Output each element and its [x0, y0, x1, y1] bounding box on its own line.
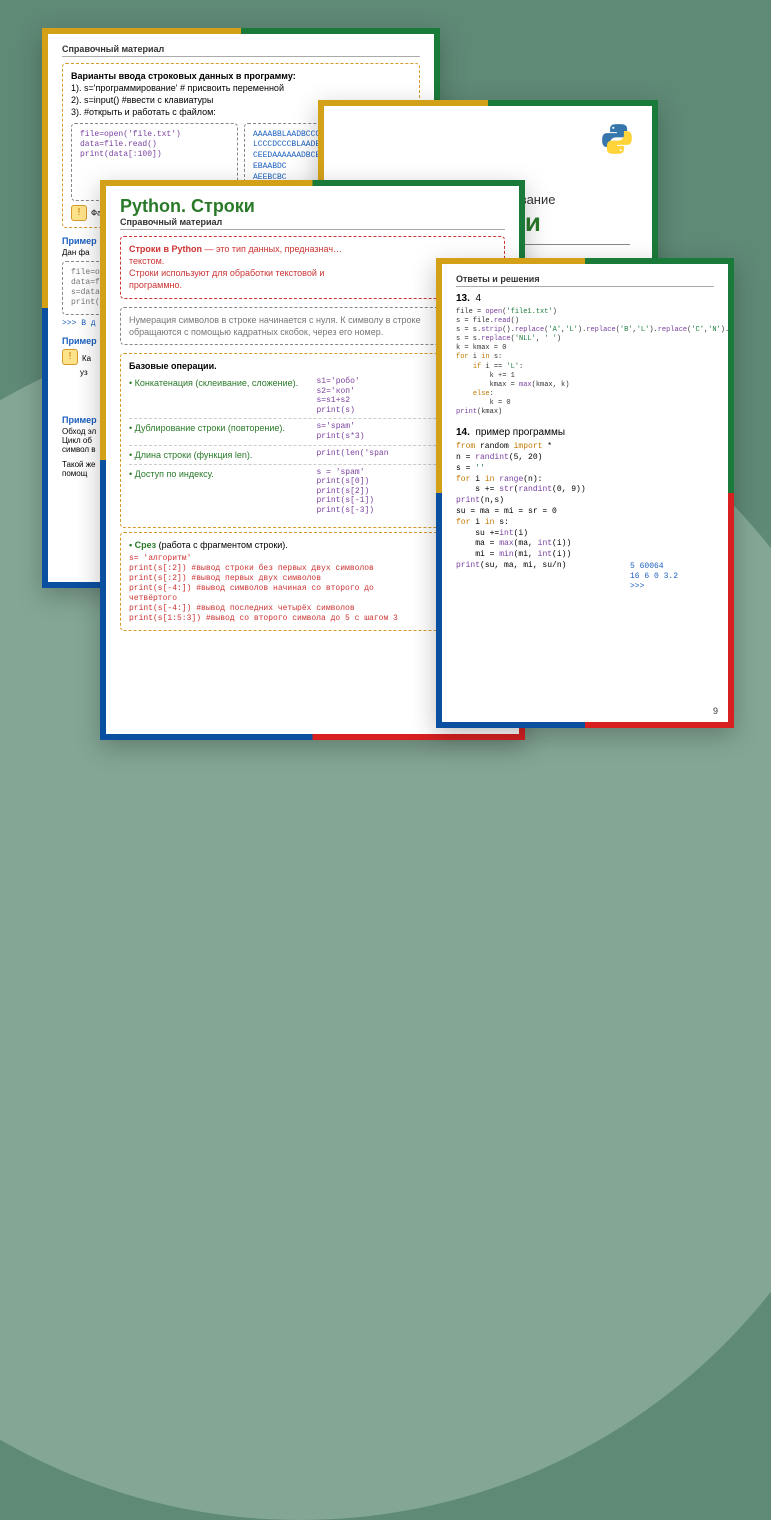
- python-icon: [600, 122, 634, 156]
- prompt: >>>: [62, 319, 76, 328]
- output-14: 5 60064 16 6 0 3.2>>>: [630, 562, 714, 592]
- numbering-box: Нумерация символов в строке начинается с…: [120, 307, 457, 345]
- section-header: Справочный материал: [62, 44, 420, 57]
- file-code: file=open('file.txt') data=file.read() p…: [80, 130, 181, 159]
- a14: пример программы: [475, 427, 565, 438]
- page-answers: Ответы и решения 13. 4 file = open('file…: [436, 258, 734, 728]
- warning-icon: !: [62, 349, 78, 365]
- variant-1: 1). s='программирование' # присвоить пер…: [71, 82, 411, 94]
- example-2-text1: Ка: [82, 354, 91, 363]
- slice-title2: (работа с фрагментом строки).: [156, 540, 288, 550]
- def-line2: текстом.: [129, 256, 164, 266]
- def-rest: — это тип данных, предназнач…: [202, 244, 342, 254]
- q13: 13.: [456, 293, 470, 304]
- slice-code: s= 'алгоритм' print(s[:2]) #вывод строки…: [129, 554, 398, 623]
- q14: 14.: [456, 427, 470, 438]
- def-line3: Строки используют для обработки текстово…: [129, 268, 324, 278]
- page-number: 9: [713, 706, 718, 716]
- def-line4: программно.: [129, 280, 182, 290]
- slice-title: Срез: [135, 540, 156, 550]
- section-header: Справочный материал: [120, 217, 505, 230]
- code-14: from random import * n = randint(5, 20) …: [456, 442, 624, 592]
- a13: 4: [475, 293, 481, 304]
- code-13: file = open('file1.txt') s = file.read()…: [456, 308, 714, 417]
- intro-title: Варианты ввода строковых данных в програ…: [71, 70, 411, 82]
- page-title: Python. Строки: [120, 196, 505, 217]
- section-header: Ответы и решения: [456, 274, 714, 287]
- example-1-tail: В д: [81, 319, 95, 328]
- warning-icon: !: [71, 205, 87, 221]
- def-term: Строки в Python: [129, 244, 202, 254]
